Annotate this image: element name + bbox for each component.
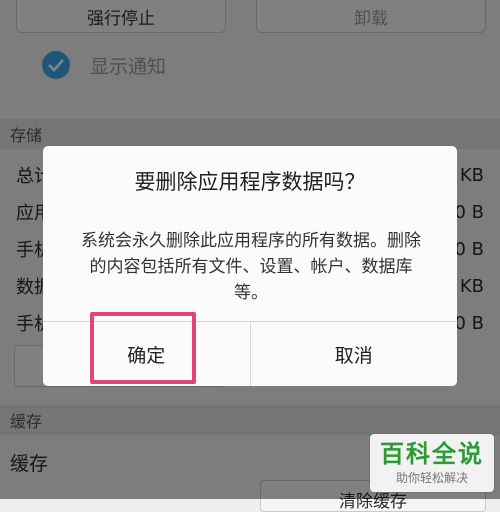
cancel-button[interactable]: 取消 [249, 322, 457, 386]
watermark-logo: 百科全说 助你轻松解决 [370, 434, 494, 492]
watermark-title: 百科全说 [380, 439, 484, 468]
watermark-subtitle: 助你轻松解决 [395, 470, 468, 485]
confirm-highlight-box [90, 312, 196, 384]
dialog-title: 要删除应用程序数据吗？ [134, 170, 366, 194]
dialog-message: 系统会永久删除此应用程序的所有数据。删除的内容包括所有文件、设置、帐户、数据库等… [81, 231, 421, 303]
